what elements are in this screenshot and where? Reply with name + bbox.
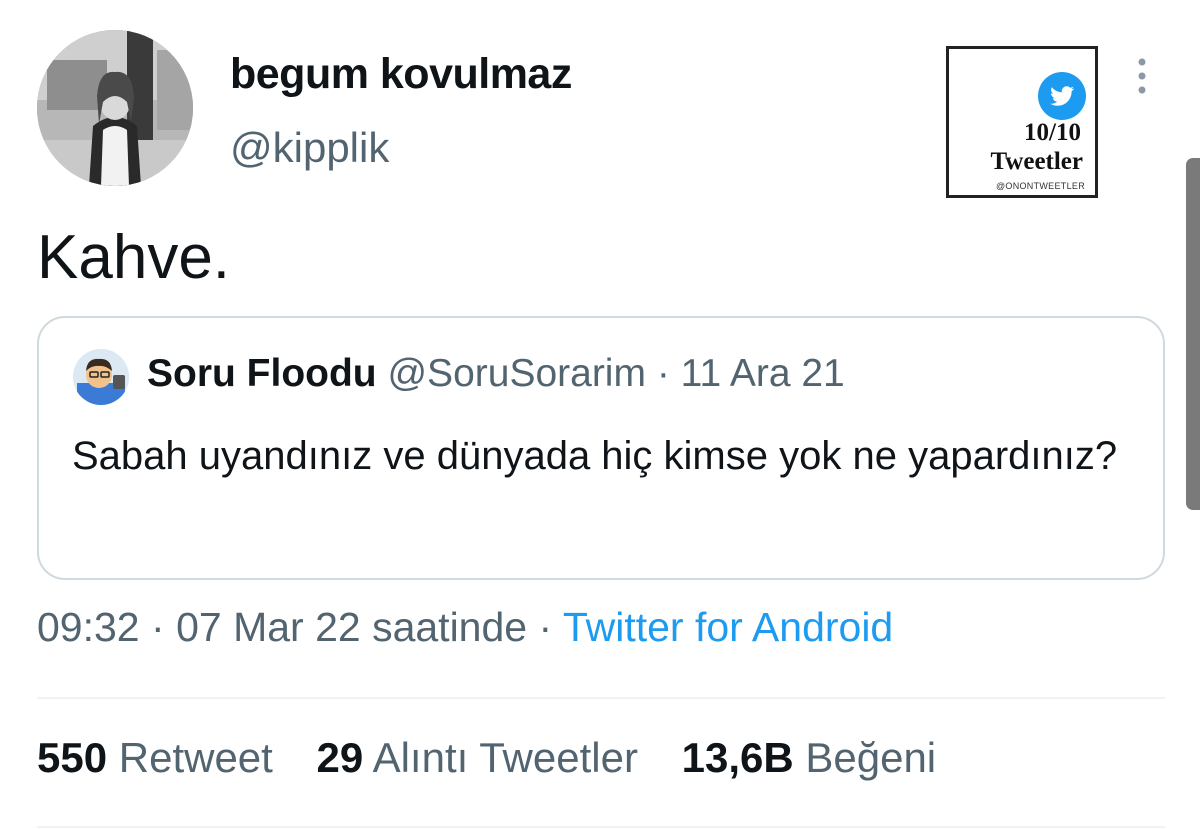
- more-vertical-icon[interactable]: [1128, 56, 1156, 96]
- retweets-label: Retweet: [118, 734, 273, 781]
- quote-tweets-label: Alıntı Tweetler: [372, 734, 638, 781]
- watermark-subtitle: Tweetler: [990, 148, 1083, 175]
- divider: [37, 697, 1165, 699]
- author-handle[interactable]: @kipplik: [230, 124, 389, 172]
- tweet-date: 07 Mar 22 saatinde: [176, 604, 528, 650]
- quoted-tweet-card[interactable]: Soru Floodu @SoruSorarim · 11 Ara 21 Sab…: [37, 316, 1165, 580]
- watermark-badge: 10/10 Tweetler @ONONTWEETLER: [946, 46, 1098, 198]
- quoted-display-name: Soru Floodu: [147, 352, 377, 395]
- quoted-date: 11 Ara 21: [680, 352, 845, 395]
- quoted-author-avatar: [73, 349, 129, 405]
- twitter-bird-icon: [1038, 72, 1086, 120]
- quote-tweets-count: 29: [316, 734, 364, 781]
- quote-tweets-stat[interactable]: 29 Alıntı Tweetler: [317, 734, 638, 782]
- likes-stat[interactable]: 13,6B Beğeni: [682, 734, 937, 782]
- tweet-meta: 09:32 · 07 Mar 22 saatinde · Twitter for…: [37, 604, 893, 651]
- meta-separator: ·: [151, 604, 165, 650]
- scrollbar-thumb[interactable]: [1186, 158, 1200, 510]
- watermark-handle: @ONONTWEETLER: [995, 181, 1085, 191]
- quoted-separator: ·: [656, 352, 670, 395]
- quoted-handle: @SoruSorarim: [387, 352, 646, 395]
- quoted-tweet-text: Sabah uyandınız ve dünyada hiç kimse yok…: [72, 434, 1118, 478]
- watermark-title: 10/10: [1024, 119, 1081, 146]
- retweets-count: 550: [37, 734, 108, 781]
- quoted-tweet-header: Soru Floodu @SoruSorarim · 11 Ara 21: [147, 352, 845, 396]
- divider: [37, 826, 1165, 828]
- tweet-text: Kahve.: [37, 223, 231, 292]
- author-display-name[interactable]: begum kovulmaz: [230, 50, 572, 99]
- likes-count: 13,6B: [681, 734, 794, 781]
- tweet-stats: 550 Retweet 29 Alıntı Tweetler 13,6B Beğ…: [37, 734, 968, 782]
- tweet-source-link[interactable]: Twitter for Android: [563, 604, 893, 650]
- author-avatar[interactable]: [37, 30, 193, 186]
- meta-separator: ·: [538, 604, 553, 650]
- likes-label: Beğeni: [805, 734, 937, 781]
- retweets-stat[interactable]: 550 Retweet: [37, 734, 273, 782]
- tweet-time: 09:32: [37, 604, 140, 650]
